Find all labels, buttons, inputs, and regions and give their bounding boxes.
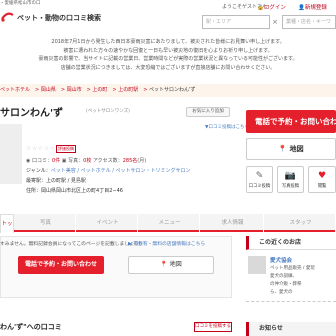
breadcrumb: ペットホテル > 岡山県 > 岡山市 > 上の町 > 上の町駅 > ペットサロンわん'ず	[0, 84, 336, 97]
nearby-shop-desc: ら、愛犬の	[270, 290, 293, 295]
photo-icon: ▣	[61, 158, 67, 164]
notice-line: 2018年7月1日から発生した西日本豪雨災害にあたりまして、被災された皆様にお見…	[51, 39, 285, 45]
unregistered-message: すみません。無料記録会員になってこのページを記載しましょう！	[0, 242, 144, 247]
tab-jobs[interactable]: 求人情報	[202, 214, 264, 232]
breadcrumb-item[interactable]: ペットホテル	[0, 87, 30, 93]
nearby-shop-desc: の仲介販・葬祭	[270, 282, 302, 287]
pencil-icon: ✎	[255, 171, 264, 181]
main-map-label: 地図	[169, 261, 182, 268]
login-link[interactable]: 🔒ログイン	[257, 3, 286, 11]
area-clear-icon[interactable]: ×	[270, 15, 280, 29]
heart-icon: ♥	[317, 171, 327, 181]
photo-post-button[interactable]: 📷 写真投稿	[277, 166, 304, 193]
photos-count[interactable]: 0枚	[83, 158, 91, 164]
review-icon: ◉	[26, 158, 31, 164]
rate-button[interactable]: 評価投稿	[56, 145, 76, 153]
review-post-link[interactable]: ▼口コミ投稿はこちら	[205, 124, 249, 130]
review-post-button[interactable]: ✎ 口コミ投稿	[246, 166, 273, 193]
genre-line: ジャンル：ペット美容 / ペットホテル / ペットサロン・トリミングサロン	[26, 167, 191, 174]
shop-name: サロンわん'ず	[0, 108, 64, 119]
map-button[interactable]: 📍 地図	[246, 138, 336, 160]
camera-icon: 📷	[284, 171, 297, 181]
genre-links[interactable]: ペット美容 / ペットホテル / ペットサロン・トリミングサロン	[51, 168, 191, 174]
review-post-label: 口コミ投稿	[248, 184, 271, 189]
logo-mark-icon[interactable]	[0, 9, 14, 23]
tab-photos[interactable]: 写真	[16, 214, 76, 232]
site-tagline: ・愛媛県松山市の口	[0, 1, 41, 6]
disaster-notice: 2018年7月1日から発生した西日本豪雨災害にあたりまして、被災された皆様にお見…	[0, 38, 336, 72]
breadcrumb-item[interactable]: 岡山県	[41, 87, 56, 93]
nearby-shop-name[interactable]: 愛犬協会	[270, 256, 292, 264]
breadcrumb-current: ペットサロンわん'ず	[148, 87, 196, 93]
access-count: 285名	[122, 158, 138, 164]
address-label: 住所：	[26, 188, 42, 194]
main-reserve-button[interactable]: 電話で予約・お問い合わせ	[18, 256, 104, 274]
keyword-search-input[interactable]: 業種・店名・キーワ	[282, 15, 336, 29]
notice-line: 店舗の営業状況につきましては、大変恐縮ではございますが直接店舗にお問い合わせくだ…	[60, 64, 276, 71]
genre-label: ジャンル：	[26, 168, 51, 174]
reserve-button[interactable]: 電話で予約・お問い合わせ	[246, 110, 336, 133]
map-button-label: 地図	[289, 145, 304, 153]
notice-line: 豪雨災害の影響で、当サイトに記載の営業日、営業時間などが実際の営業状況と異なって…	[38, 56, 298, 62]
access-suffix: (月)	[137, 158, 147, 164]
nearby-shop-thumbnail[interactable]	[248, 256, 266, 274]
breadcrumb-item[interactable]: 上の町	[92, 87, 107, 93]
station-label: 最寄駅：	[26, 178, 47, 184]
station-line: 最寄駅：上の町駅 / 見島駅	[26, 177, 86, 184]
main-map-button[interactable]: 📍 地図	[128, 256, 214, 274]
reviews-label: 口コミ	[31, 158, 47, 164]
reviews-heading: わん'ず"への口コミ	[0, 323, 62, 331]
tab-events[interactable]: イベント	[78, 214, 138, 232]
access-label: アクセス数	[92, 158, 118, 164]
nearby-shop-desc: 愛犬の訓練、	[270, 274, 297, 279]
nearby-shop-desc: ペット用品販売 / 愛玩	[270, 266, 315, 271]
breadcrumb-item[interactable]: 上の町駅	[118, 87, 138, 93]
address-line: 住所：岡山県岡山市北区上の町4丁目2−46	[26, 187, 123, 194]
register-label: 新規登録	[304, 5, 327, 11]
tab-staff[interactable]: スタッフ	[266, 214, 336, 232]
photos-label: 写真	[68, 158, 79, 164]
notice-line: 被害に遭われた方々の速やかな回復と一日も早い被災地の復旧を心よりお祈り申し上げま…	[63, 47, 273, 54]
listing-info-link[interactable]: ▶ 掲載有・無料の店舗情報はこちら	[128, 240, 205, 247]
photo-post-label: 写真投稿	[281, 184, 300, 189]
map-pin-icon: 📍	[278, 145, 288, 153]
station-value: 上の町駅 / 見島駅	[46, 178, 86, 184]
register-icon: 👤	[298, 5, 305, 11]
browse-label: 閲覧	[317, 184, 327, 189]
shop-photo-placeholder	[0, 124, 22, 184]
shop-stats: ◉ 口コミ：0件 ▣ 写真：0枚 アクセス数：285名(月)	[26, 158, 147, 164]
shop-kana: (ペットサロンワンズ)	[86, 109, 130, 114]
add-favorite-button[interactable]: お気に入り追加	[186, 107, 230, 117]
login-label: ログイン	[263, 5, 286, 11]
tab-top[interactable]: トップ	[0, 214, 14, 245]
browse-button[interactable]: ♥ 閲覧	[308, 166, 336, 193]
post-review-button[interactable]: 口コミを投稿する	[194, 322, 232, 332]
site-logo-text[interactable]: ペット・動物の口コミ検索	[17, 13, 101, 23]
register-link[interactable]: 👤新規登録	[298, 3, 327, 11]
rating-stars-icon: ☆☆☆☆☆	[26, 145, 56, 152]
reviews-count[interactable]: 0件	[52, 158, 60, 164]
breadcrumb-item[interactable]: 岡山市	[67, 87, 82, 93]
map-pin-icon: 📍	[160, 261, 168, 268]
tab-menu[interactable]: メニュー	[140, 214, 200, 232]
area-search-input[interactable]: 駅・エリア	[202, 15, 270, 29]
nearby-heading: この近くのお店	[246, 236, 336, 250]
login-icon: 🔒	[257, 5, 264, 11]
address-value: 岡山県岡山市北区上の町4丁目2−46	[41, 188, 123, 194]
notice-heading: お知らせ	[246, 322, 336, 336]
